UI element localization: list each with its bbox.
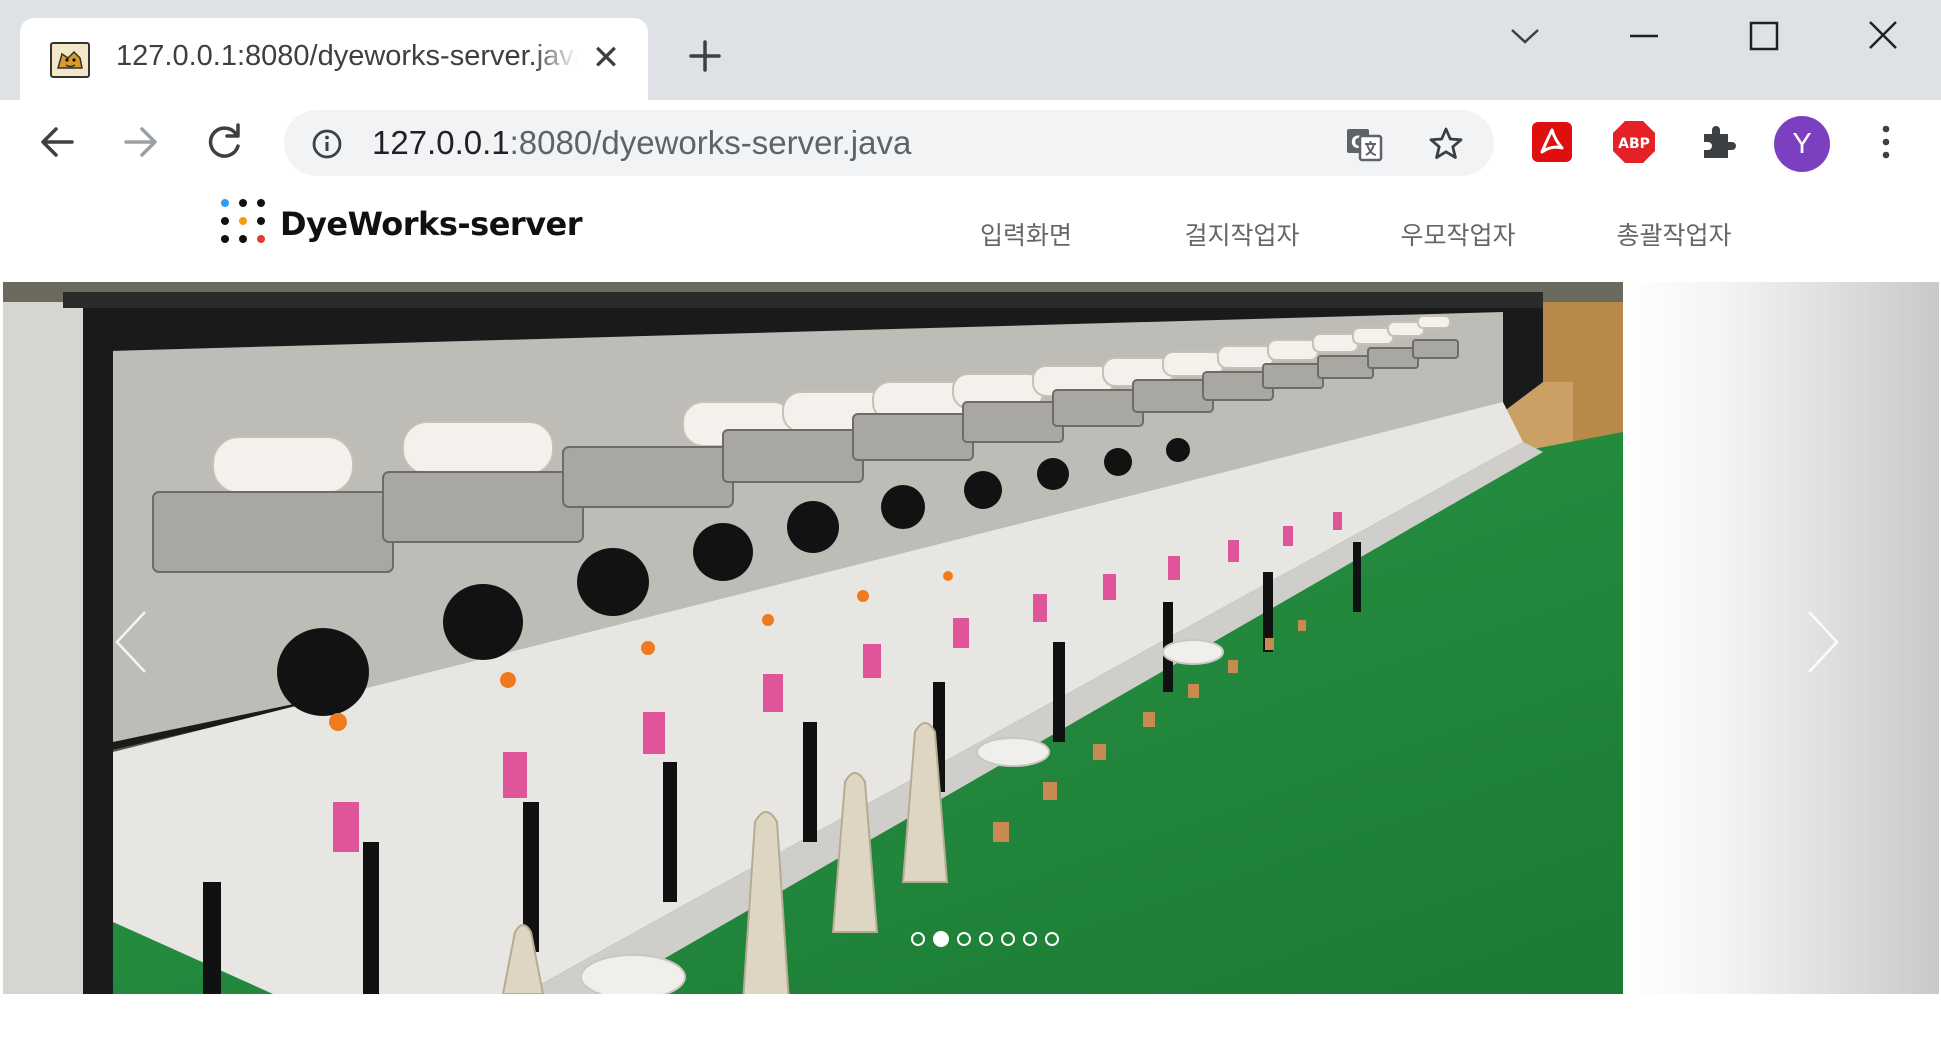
reload-icon[interactable] <box>200 118 248 166</box>
back-arrow-icon[interactable] <box>34 118 82 166</box>
nav-link-worker-1[interactable]: 걸지작업자 <box>1134 216 1350 252</box>
browser-toolbar: 127.0.0.1:8080/dyeworks-server.java G AB… <box>0 100 1941 182</box>
nav-link-worker-2[interactable]: 우모작업자 <box>1350 216 1566 252</box>
logo-dots-icon <box>221 199 265 243</box>
new-tab-plus-icon[interactable] <box>683 34 727 78</box>
address-bar[interactable]: 127.0.0.1:8080/dyeworks-server.java G <box>284 110 1494 176</box>
carousel-indicator[interactable] <box>957 932 971 946</box>
carousel-indicator-active[interactable] <box>933 931 949 947</box>
chevron-right-icon[interactable] <box>1791 602 1851 682</box>
window-minimize-icon[interactable] <box>1614 14 1674 58</box>
carousel-indicator[interactable] <box>1045 932 1059 946</box>
svg-text:ABP: ABP <box>1618 136 1650 152</box>
main-nav: 입력화면 걸지작업자 우모작업자 총괄작업자 <box>918 216 1782 252</box>
nav-link-input-screen[interactable]: 입력화면 <box>918 216 1134 252</box>
url-host: 127.0.0.1 <box>372 124 510 161</box>
acrobat-pdf-icon[interactable] <box>1528 118 1576 166</box>
chevron-left-icon[interactable] <box>103 602 163 682</box>
tab-title: 127.0.0.1:8080/dyeworks-server.java <box>116 40 578 72</box>
logo-text: DyeWorks-server <box>280 205 583 243</box>
profile-avatar[interactable]: Y <box>1774 116 1830 172</box>
nav-link-general-manager[interactable]: 총괄작업자 <box>1566 216 1782 252</box>
bookmark-star-icon[interactable] <box>1426 124 1466 164</box>
adblock-plus-icon[interactable]: ABP <box>1610 118 1658 166</box>
site-info-icon[interactable] <box>310 127 344 161</box>
window-maximize-icon[interactable] <box>1733 14 1793 58</box>
carousel-side-shade <box>1623 282 1939 994</box>
tab-search-chevron-down-icon[interactable] <box>1495 14 1555 58</box>
window-close-icon[interactable] <box>1853 14 1913 58</box>
carousel-indicator[interactable] <box>1001 932 1015 946</box>
carousel-slide-image <box>3 282 1623 994</box>
browser-menu-kebab-icon[interactable] <box>1868 118 1904 166</box>
carousel-indicator[interactable] <box>911 932 925 946</box>
forward-arrow-icon[interactable] <box>116 118 164 166</box>
hero-carousel <box>3 282 1939 994</box>
tomcat-favicon-icon <box>50 42 90 78</box>
tab-close-icon[interactable]: ✕ <box>588 40 624 76</box>
translate-icon[interactable]: G <box>1344 124 1384 164</box>
carousel-indicator[interactable] <box>1023 932 1037 946</box>
address-url[interactable]: 127.0.0.1:8080/dyeworks-server.java <box>372 124 911 162</box>
carousel-indicators <box>911 931 1071 952</box>
carousel-indicator[interactable] <box>979 932 993 946</box>
web-page: DyeWorks-server 입력화면 걸지작업자 우모작업자 총괄작업자 <box>0 182 1941 1050</box>
extensions-puzzle-icon[interactable] <box>1694 118 1742 166</box>
site-logo[interactable]: DyeWorks-server <box>218 194 583 254</box>
browser-tabstrip: 127.0.0.1:8080/dyeworks-server.java ✕ <box>0 0 1941 100</box>
browser-tab[interactable]: 127.0.0.1:8080/dyeworks-server.java ✕ <box>20 18 648 100</box>
url-path: :8080/dyeworks-server.java <box>509 124 912 161</box>
site-header: DyeWorks-server 입력화면 걸지작업자 우모작업자 총괄작업자 <box>0 182 1941 282</box>
